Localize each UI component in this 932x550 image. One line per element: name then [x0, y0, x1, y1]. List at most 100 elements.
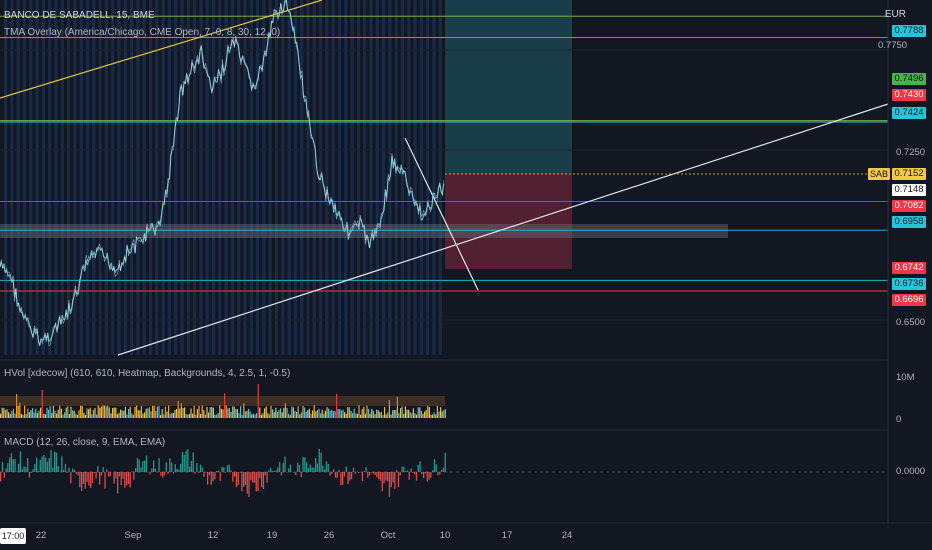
long-position-profit-zone[interactable]	[445, 0, 572, 174]
macd-histogram-bar	[430, 472, 432, 478]
macd-histogram-bar	[88, 472, 90, 486]
macd-histogram-bar	[288, 468, 290, 472]
macd-histogram-bar	[36, 457, 38, 472]
hvol-bar	[300, 412, 302, 418]
hvol-bar	[272, 409, 274, 418]
macd-histogram-bar	[376, 472, 378, 478]
hvol-bar	[270, 405, 272, 418]
macd-histogram-bar	[82, 472, 85, 484]
macd-histogram-bar	[32, 469, 34, 472]
macd-histogram-bar	[27, 458, 29, 472]
macd-histogram-bar	[367, 472, 369, 478]
hvol-bar	[262, 413, 264, 418]
hvol-bar	[216, 414, 218, 418]
price-badge-6[interactable]: 0.7082	[892, 200, 926, 212]
hvol-bar	[112, 408, 114, 418]
price-badge-8[interactable]: 0.6742	[892, 262, 926, 274]
hvol-bar	[321, 409, 323, 418]
hvol-bar	[436, 405, 438, 418]
macd-histogram-bar	[255, 472, 257, 492]
hvol-bar	[148, 407, 150, 418]
hvol-bar	[441, 411, 443, 418]
hvol-bar	[369, 413, 371, 418]
hvol-bar	[417, 407, 419, 418]
price-badge-4[interactable]: 0.7152	[892, 168, 926, 180]
price-badge-9[interactable]: 0.6736	[892, 278, 926, 290]
price-tick: 0.7750	[878, 40, 908, 51]
price-badge-3[interactable]: 0.7424	[892, 107, 926, 119]
macd-histogram-bar	[266, 472, 268, 483]
long-position-loss-zone[interactable]	[445, 174, 572, 269]
macd-histogram-bar	[232, 472, 234, 482]
hvol-bar	[184, 407, 186, 418]
hvol-bar	[404, 406, 406, 418]
hvol-bar	[128, 409, 130, 418]
hvol-bar	[420, 411, 422, 418]
session-stripe	[344, 0, 348, 355]
price-badge-7[interactable]: 0.6958	[892, 216, 926, 228]
hvol-bar	[438, 411, 440, 418]
hvol-bar	[304, 407, 306, 418]
macd-histogram-bar	[117, 472, 119, 494]
macd-histogram-bar	[388, 472, 391, 497]
macd-histogram-bar	[108, 472, 110, 477]
hvol-bar	[283, 408, 285, 418]
price-badge-10[interactable]: 0.6696	[892, 294, 926, 306]
macd-histogram-bar	[203, 472, 205, 477]
macd-histogram-bar	[163, 472, 166, 476]
macd-histogram-bar	[333, 469, 335, 472]
macd-histogram-bar	[280, 472, 283, 476]
hvol-bar	[248, 408, 250, 418]
macd-histogram-bar	[313, 467, 315, 472]
macd-histogram-bar	[277, 467, 279, 472]
session-stripe	[22, 0, 27, 355]
session-stripe	[407, 0, 411, 355]
macd-histogram-bar	[142, 461, 144, 472]
macd-histogram-bar	[131, 471, 133, 472]
macd-histogram-bar	[129, 472, 131, 488]
macd-histogram-bar	[406, 470, 409, 472]
macd-histogram-bar	[318, 448, 320, 472]
hvol-bar	[316, 410, 318, 418]
session-stripe	[111, 0, 115, 355]
macd-histogram-bar	[354, 472, 356, 474]
hvol-bar	[12, 408, 14, 418]
session-stripe	[350, 0, 354, 355]
macd-histogram-bar	[279, 462, 281, 472]
session-stripe	[287, 0, 291, 355]
price-badge-0[interactable]: 0.7788	[892, 25, 926, 37]
hvol-bar	[153, 405, 155, 418]
currency-label[interactable]: EUR	[885, 9, 906, 20]
macd-histogram-bar	[284, 456, 286, 472]
hvol-bar	[22, 414, 24, 418]
hvol-bar	[20, 413, 22, 418]
macd-histogram-bar	[352, 467, 355, 472]
macd-histogram-bar	[433, 459, 436, 472]
hvol-bar	[68, 414, 70, 418]
price-badge-2[interactable]: 0.7430	[892, 89, 926, 101]
price-badge-5[interactable]: 0.7148	[892, 184, 926, 196]
hvol-bar	[150, 411, 152, 418]
price-badge-1[interactable]: 0.7496	[892, 73, 926, 85]
hvol-bar	[3, 408, 5, 418]
hvol-bar	[192, 413, 194, 418]
macd-histogram-bar	[0, 472, 2, 482]
hvol-bar	[256, 413, 258, 418]
trading-chart[interactable]	[0, 0, 932, 550]
macd-histogram-bar	[383, 472, 385, 484]
macd-histogram-bar	[133, 472, 135, 480]
macd-histogram-bar	[410, 468, 412, 472]
hvol-bar	[200, 414, 202, 418]
macd-histogram-bar	[217, 470, 220, 472]
macd-histogram-bar	[136, 458, 139, 472]
hvol-bar	[326, 407, 328, 418]
session-stripe	[155, 0, 159, 355]
macd-histogram-bar	[394, 472, 396, 490]
macd-histogram-bar	[95, 472, 97, 479]
hvol-bar	[318, 408, 320, 418]
hvol-bar	[348, 407, 350, 418]
macd-histogram-bar	[345, 466, 347, 472]
hvol-bar	[190, 408, 192, 418]
session-stripe	[426, 0, 430, 355]
symbol-badge[interactable]: SAB	[868, 168, 890, 180]
